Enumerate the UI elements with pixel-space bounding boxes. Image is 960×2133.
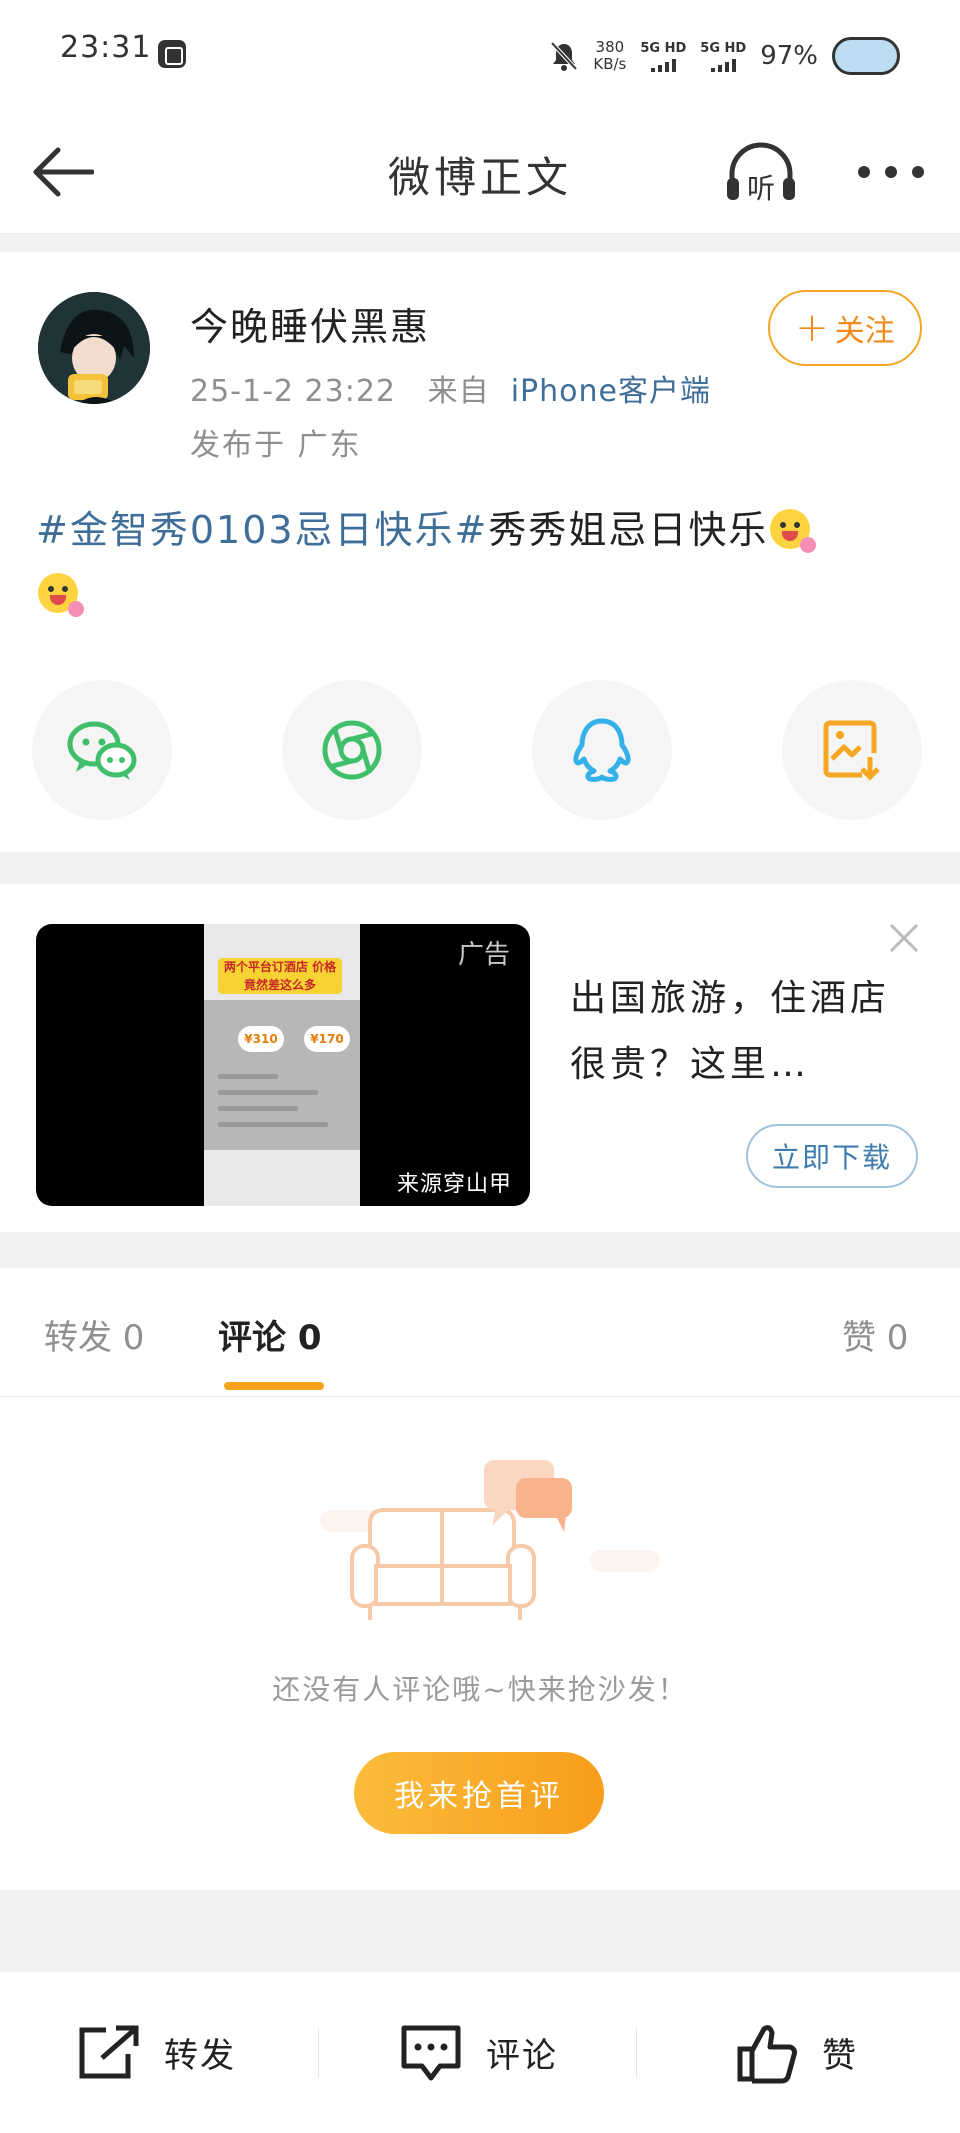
source-name[interactable]: iPhone客户端 [511,374,711,409]
repost-icon [79,2025,139,2078]
repost-button[interactable]: 转发 [76,1972,236,2133]
follow-button[interactable]: + 关注 [768,290,922,366]
section-divider [0,1232,960,1268]
post-location: 发布于 广东 [190,428,362,463]
signal-bars-icon [640,58,686,72]
bottom-separator [318,2028,319,2078]
ad-label: 广告 [457,940,510,970]
net-speed-value: 380 [595,38,625,56]
tab-repost[interactable]: 转发 0 [44,1310,144,1359]
plus-icon: + [795,305,829,351]
bottom-separator [636,2028,637,2078]
app-notification-icon [158,40,186,68]
thumbs-up-icon [737,2024,797,2083]
close-icon[interactable] [888,922,920,954]
repost-label: 转发 [164,2036,236,2076]
status-time: 23:31 [60,30,152,65]
nav-bar: 微博正文 听 [0,110,960,234]
tab-comment[interactable]: 评论 0 [218,1310,322,1359]
follow-label: 关注 [834,314,895,349]
tab-like[interactable]: 赞 0 [842,1310,908,1359]
qq-icon [573,718,631,782]
flower-smile-emoji-icon [770,509,817,553]
bottom-action-bar: 转发 评论 赞 [0,1972,960,2133]
save-image-icon [823,720,880,781]
comment-label: 评论 [486,2036,558,2076]
flower-smile-emoji-icon [38,573,84,617]
ad-inner-line [218,1122,328,1127]
status-bar: 23:31 380 KB/s 5G HD 5G HD 97% [0,0,960,110]
signal-indicator-2: 5G HD [700,41,746,72]
ad-source: 来源穿山甲 [396,1172,512,1197]
net-speed: 380 KB/s [593,39,626,73]
post-date: 25-1-2 23:22 [190,374,396,409]
ad-video-frame: 两个平台订酒店 价格竟然差这么多 ¥310 ¥170 [204,924,360,1206]
section-divider [0,852,960,884]
status-indicators: 380 KB/s 5G HD 5G HD 97% [549,28,900,84]
listen-headphones-icon[interactable]: 听 [724,138,798,206]
active-tab-indicator [224,1382,324,1390]
mute-bell-icon [550,41,578,71]
signal-indicator-1: 5G HD [640,41,686,72]
post-body: #金智秀0103忌日快乐#秀秀姐忌日快乐 [36,498,916,626]
ad-price-1: ¥310 [238,1026,284,1052]
share-qq-button[interactable] [532,680,672,820]
avatar-image [38,292,150,404]
net-speed-unit: KB/s [593,55,627,73]
signal-bars-icon [700,58,746,72]
avatar[interactable] [38,292,150,404]
like-button[interactable]: 赞 [736,1972,858,2133]
ad-headline[interactable]: 出国旅游，住酒店很贵？这里… [570,966,900,1098]
comment-button[interactable]: 评论 [398,1972,558,2133]
tab-divider [0,1396,960,1397]
ad-inner-line [218,1106,298,1111]
battery-percent: 97% [760,41,818,71]
comment-icon [401,2025,461,2080]
post-meta: 25-1-2 23:22 来自 iPhone客户端 [190,366,711,410]
ad-price-2: ¥170 [304,1026,350,1052]
moments-icon [322,720,382,780]
battery-icon [832,37,900,75]
username[interactable]: 今晚睡伏黑惠 [190,296,430,351]
hashtag-link[interactable]: #金智秀0103忌日快乐# [36,508,488,552]
share-wechat-button[interactable] [32,680,172,820]
ad-inner-banner: 两个平台订酒店 价格竟然差这么多 [218,958,342,994]
post-text: 秀秀姐忌日快乐 [488,508,769,552]
signal-label-2: 5G HD [700,40,747,56]
more-options-icon[interactable] [856,158,926,186]
ad-inner-line [218,1090,318,1095]
ad-video[interactable]: 两个平台订酒店 价格竟然差这么多 ¥310 ¥170 广告 来源穿山甲 [36,924,530,1206]
ad-inner-line [218,1074,278,1079]
section-divider [0,1890,960,1972]
listen-label: 听 [747,172,775,205]
section-divider [0,234,960,252]
page-title: 微博正文 [387,153,572,202]
like-label: 赞 [822,2036,858,2076]
empty-sofa-illustration [320,1460,660,1620]
source-prefix: 来自 [427,374,490,409]
share-moments-button[interactable] [282,680,422,820]
wechat-icon [67,721,137,780]
save-image-button[interactable] [782,680,922,820]
download-button[interactable]: 立即下载 [746,1124,918,1188]
signal-label-1: 5G HD [640,40,687,56]
first-comment-button[interactable]: 我来抢首评 [354,1752,604,1834]
empty-comments-text: 还没有人评论哦~快来抢沙发！ [272,1673,688,1706]
